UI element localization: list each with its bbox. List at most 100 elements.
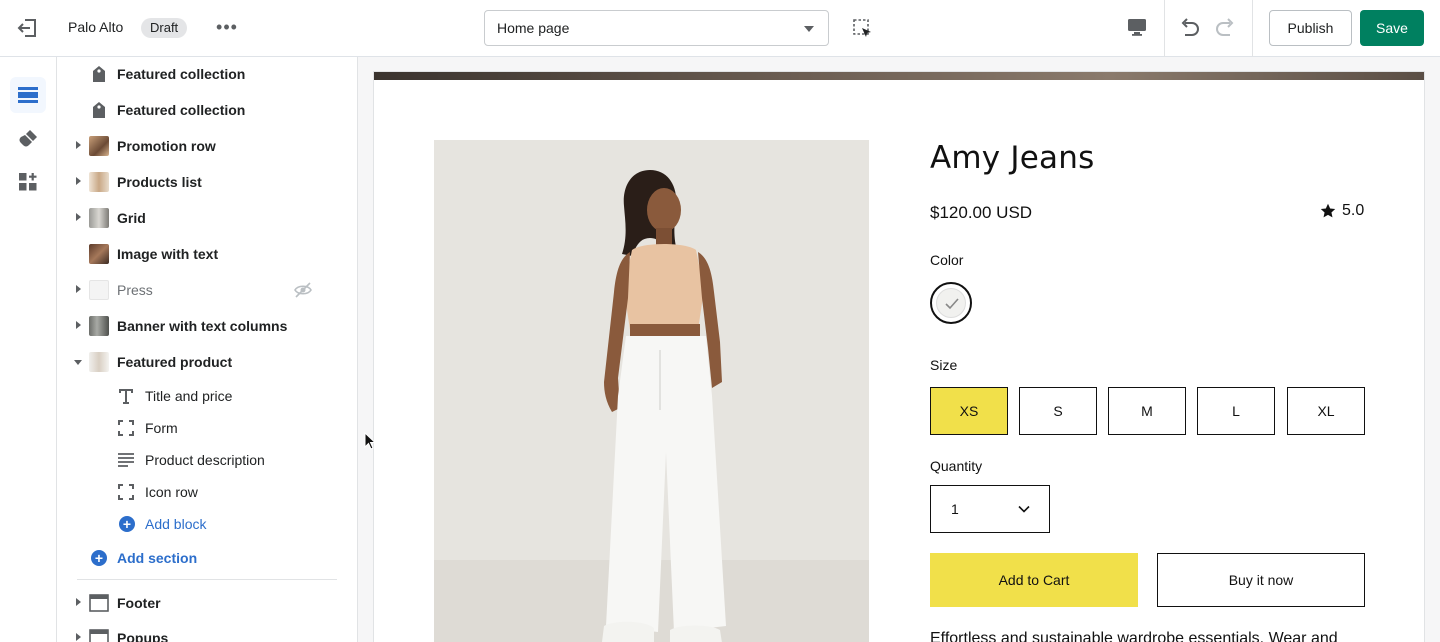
collection-tag-icon xyxy=(93,102,105,118)
add-section-label: Add section xyxy=(117,550,198,566)
save-button[interactable]: Save xyxy=(1360,10,1424,46)
undo-icon[interactable] xyxy=(1177,15,1201,39)
add-block-label: Add block xyxy=(145,516,207,532)
editor-rail xyxy=(0,57,57,642)
preview-canvas: Amy Jeans $120.00 USD 5.0 Color Size XS … xyxy=(358,57,1440,642)
section-item[interactable]: Promotion row xyxy=(57,128,357,164)
section-item[interactable]: Products list xyxy=(57,164,357,200)
section-label: Featured collection xyxy=(117,102,246,118)
editor-top-bar: Palo Alto Draft ••• Home page Publish Sa… xyxy=(0,0,1440,57)
section-label: Promotion row xyxy=(117,138,216,154)
block-label: Title and price xyxy=(145,388,233,404)
quantity-select[interactable]: 1 xyxy=(930,485,1050,533)
mouse-cursor-icon xyxy=(364,432,376,450)
product-title: Amy Jeans xyxy=(930,140,1095,176)
section-item[interactable]: Featured collection xyxy=(57,92,357,128)
add-section-button[interactable]: + Add section xyxy=(57,542,357,574)
quantity-label: Quantity xyxy=(930,458,983,474)
apps-icon xyxy=(19,173,37,191)
buy-now-button[interactable]: Buy it now xyxy=(1157,553,1365,607)
chevron-down-icon[interactable] xyxy=(74,360,82,365)
checkmark-icon xyxy=(945,298,959,310)
text-icon xyxy=(119,389,133,404)
collection-tag-icon xyxy=(93,66,105,82)
sections-icon xyxy=(18,87,38,103)
chevron-right-icon[interactable] xyxy=(76,633,81,641)
hidden-eye-icon[interactable] xyxy=(293,281,313,299)
section-item[interactable]: Featured product xyxy=(57,344,357,380)
chevron-right-icon[interactable] xyxy=(76,285,81,293)
block-item[interactable]: Title and price xyxy=(57,380,357,412)
size-option-l[interactable]: L xyxy=(1197,387,1275,435)
section-item[interactable]: Image with text xyxy=(57,236,357,272)
toolbar-divider xyxy=(1164,0,1165,57)
page-select[interactable]: Home page xyxy=(484,10,829,46)
section-item[interactable]: Footer xyxy=(57,585,357,621)
block-item[interactable]: Product description xyxy=(57,444,357,476)
brush-icon xyxy=(19,130,37,147)
size-option-xs[interactable]: XS xyxy=(930,387,1008,435)
block-label: Form xyxy=(145,420,178,436)
add-to-cart-button[interactable]: Add to Cart xyxy=(930,553,1138,607)
size-option-xl[interactable]: XL xyxy=(1287,387,1365,435)
footer-icon xyxy=(89,594,109,612)
paragraph-icon xyxy=(118,453,134,467)
sections-tab[interactable] xyxy=(10,77,46,113)
section-thumbnail xyxy=(89,172,109,192)
block-item[interactable]: Icon row xyxy=(57,476,357,508)
toolbar-divider xyxy=(1252,0,1253,57)
chevron-right-icon[interactable] xyxy=(76,598,81,606)
section-label: Popups xyxy=(117,630,169,642)
popup-icon xyxy=(89,629,109,642)
section-thumbnail xyxy=(89,244,109,264)
product-image[interactable] xyxy=(434,140,869,642)
product-description: Effortless and sustainable wardrobe esse… xyxy=(930,630,1338,642)
block-label: Product description xyxy=(145,452,265,468)
block-item[interactable]: Form xyxy=(57,412,357,444)
add-block-button[interactable]: + Add block xyxy=(57,508,357,540)
section-label: Products list xyxy=(117,174,202,190)
plus-circle-icon: + xyxy=(91,550,107,566)
size-option-s[interactable]: S xyxy=(1019,387,1097,435)
color-swatch-selected[interactable] xyxy=(930,282,972,324)
rating-value: 5.0 xyxy=(1342,202,1365,219)
block-label: Icon row xyxy=(145,484,198,500)
color-label: Color xyxy=(930,252,964,268)
size-option-m[interactable]: M xyxy=(1108,387,1186,435)
section-thumbnail xyxy=(89,316,109,336)
section-item[interactable]: Popups xyxy=(57,620,357,642)
chevron-right-icon[interactable] xyxy=(76,177,81,185)
chevron-right-icon[interactable] xyxy=(76,141,81,149)
exit-icon[interactable] xyxy=(16,17,40,39)
section-item[interactable]: Press xyxy=(57,272,357,308)
section-item[interactable]: Featured collection xyxy=(57,57,357,92)
section-thumbnail xyxy=(89,280,109,300)
chevron-down-icon xyxy=(1018,505,1030,513)
store-name: Palo Alto xyxy=(68,19,124,35)
sidebar-divider xyxy=(77,579,337,580)
redo-icon[interactable] xyxy=(1214,15,1238,39)
theme-settings-tab[interactable] xyxy=(10,121,46,157)
section-label: Grid xyxy=(117,210,146,226)
section-label: Featured product xyxy=(117,354,233,370)
more-actions-button[interactable]: ••• xyxy=(214,16,240,38)
section-item[interactable]: Grid xyxy=(57,200,357,236)
publish-button[interactable]: Publish xyxy=(1269,10,1352,46)
quantity-value: 1 xyxy=(951,501,959,517)
section-item[interactable]: Banner with text columns xyxy=(57,308,357,344)
product-price: $120.00 USD xyxy=(930,203,1033,222)
section-label: Banner with text columns xyxy=(117,318,288,334)
apps-tab[interactable] xyxy=(10,164,46,200)
desktop-view-icon[interactable] xyxy=(1126,16,1148,38)
chevron-right-icon[interactable] xyxy=(76,321,81,329)
status-badge: Draft xyxy=(141,18,188,38)
chevron-right-icon[interactable] xyxy=(76,213,81,221)
section-thumbnail xyxy=(89,208,109,228)
size-label: Size xyxy=(930,357,958,373)
chevron-down-icon xyxy=(804,26,814,32)
section-thumbnail xyxy=(89,352,109,372)
inspector-select-icon[interactable] xyxy=(852,18,874,40)
sections-sidebar: Featured collection Featured collection … xyxy=(57,57,358,642)
page-select-value: Home page xyxy=(497,20,570,36)
star-icon xyxy=(1320,203,1336,218)
